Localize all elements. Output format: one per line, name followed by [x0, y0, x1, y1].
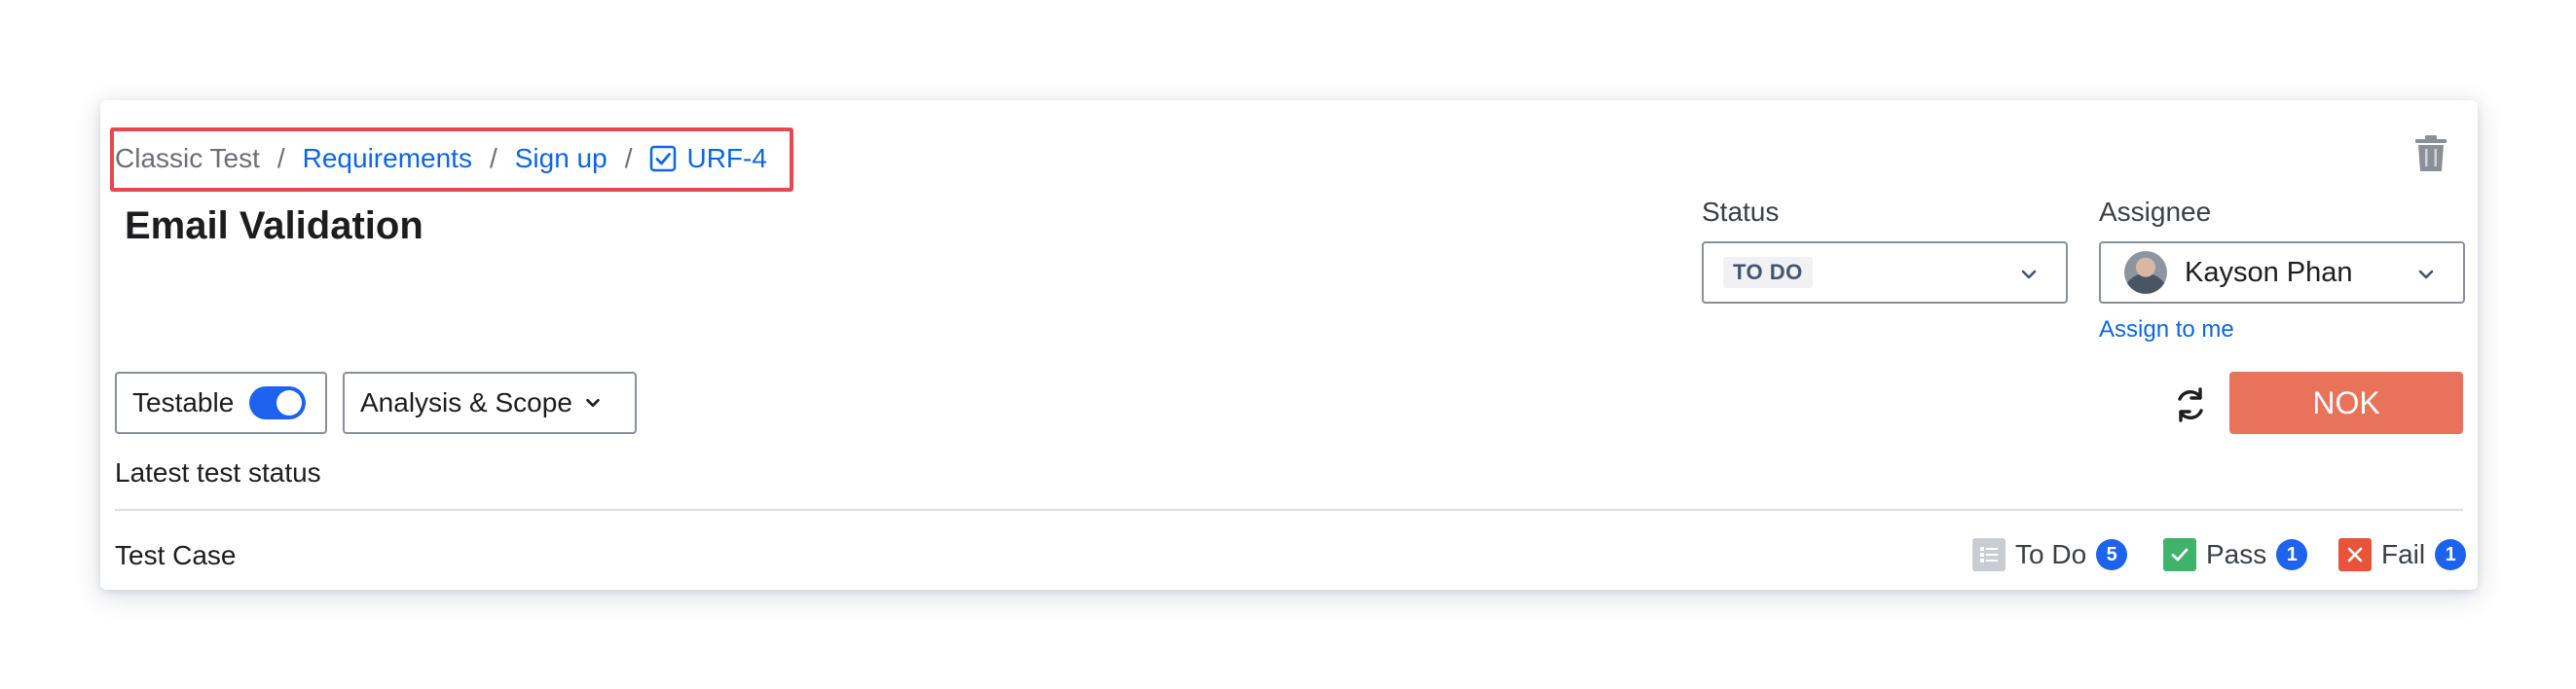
nok-button[interactable]: NOK: [2229, 372, 2463, 434]
legend-todo-label: To Do: [2015, 539, 2087, 569]
analysis-scope-label: Analysis & Scope: [360, 387, 572, 417]
test-case-label: Test Case: [115, 540, 237, 570]
breadcrumb-issue-key[interactable]: URF-4: [686, 143, 766, 174]
status-label: Status: [1702, 197, 1780, 227]
assign-to-me-link[interactable]: Assign to me: [2099, 316, 2234, 344]
legend-fail[interactable]: Fail 1: [2338, 538, 2467, 571]
fail-count-badge: 1: [2435, 539, 2467, 570]
chevron-down-icon: [2021, 270, 2037, 279]
issue-title: Email Validation: [125, 204, 423, 247]
breadcrumb-requirements[interactable]: Requirements: [303, 143, 472, 174]
legend-pass-label: Pass: [2206, 539, 2267, 569]
chevron-down-icon: [586, 398, 600, 408]
testable-toggle[interactable]: [249, 386, 307, 419]
breadcrumb-separator: /: [489, 143, 497, 173]
status-select[interactable]: TO DO: [1702, 241, 2068, 304]
breadcrumb-project: Classic Test: [115, 143, 260, 173]
avatar: [2124, 251, 2167, 294]
breadcrumb-separator: /: [624, 143, 633, 173]
analysis-scope-dropdown[interactable]: Analysis & Scope: [343, 372, 637, 434]
legend-fail-label: Fail: [2381, 539, 2426, 569]
todo-count-badge: 5: [2096, 539, 2128, 570]
assignee-select[interactable]: Kayson Phan: [2099, 241, 2465, 304]
testable-label: Testable: [132, 387, 235, 417]
trash-icon[interactable]: [2413, 134, 2448, 173]
testable-toggle-button[interactable]: Testable: [115, 372, 327, 434]
latest-test-status-heading: Latest test status: [115, 457, 321, 488]
status-lozenge: TO DO: [1723, 257, 1813, 288]
divider: [115, 509, 2463, 511]
chevron-down-icon: [2418, 270, 2434, 279]
assignee-name: Kayson Phan: [2185, 256, 2353, 288]
breadcrumb-separator: /: [276, 143, 285, 173]
list-icon: [1972, 538, 2006, 571]
check-square-icon: [649, 145, 677, 172]
refresh-icon[interactable]: [2171, 385, 2210, 424]
legend-pass[interactable]: Pass 1: [2163, 538, 2308, 571]
close-icon: [2338, 538, 2372, 571]
pass-count-badge: 1: [2276, 539, 2308, 570]
breadcrumb: Classic Test / Requirements / Sign up / …: [115, 136, 767, 181]
legend-todo[interactable]: To Do 5: [1972, 538, 2128, 571]
breadcrumb-parent[interactable]: Sign up: [515, 143, 607, 174]
assignee-label: Assignee: [2099, 197, 2212, 227]
check-icon: [2163, 538, 2196, 571]
